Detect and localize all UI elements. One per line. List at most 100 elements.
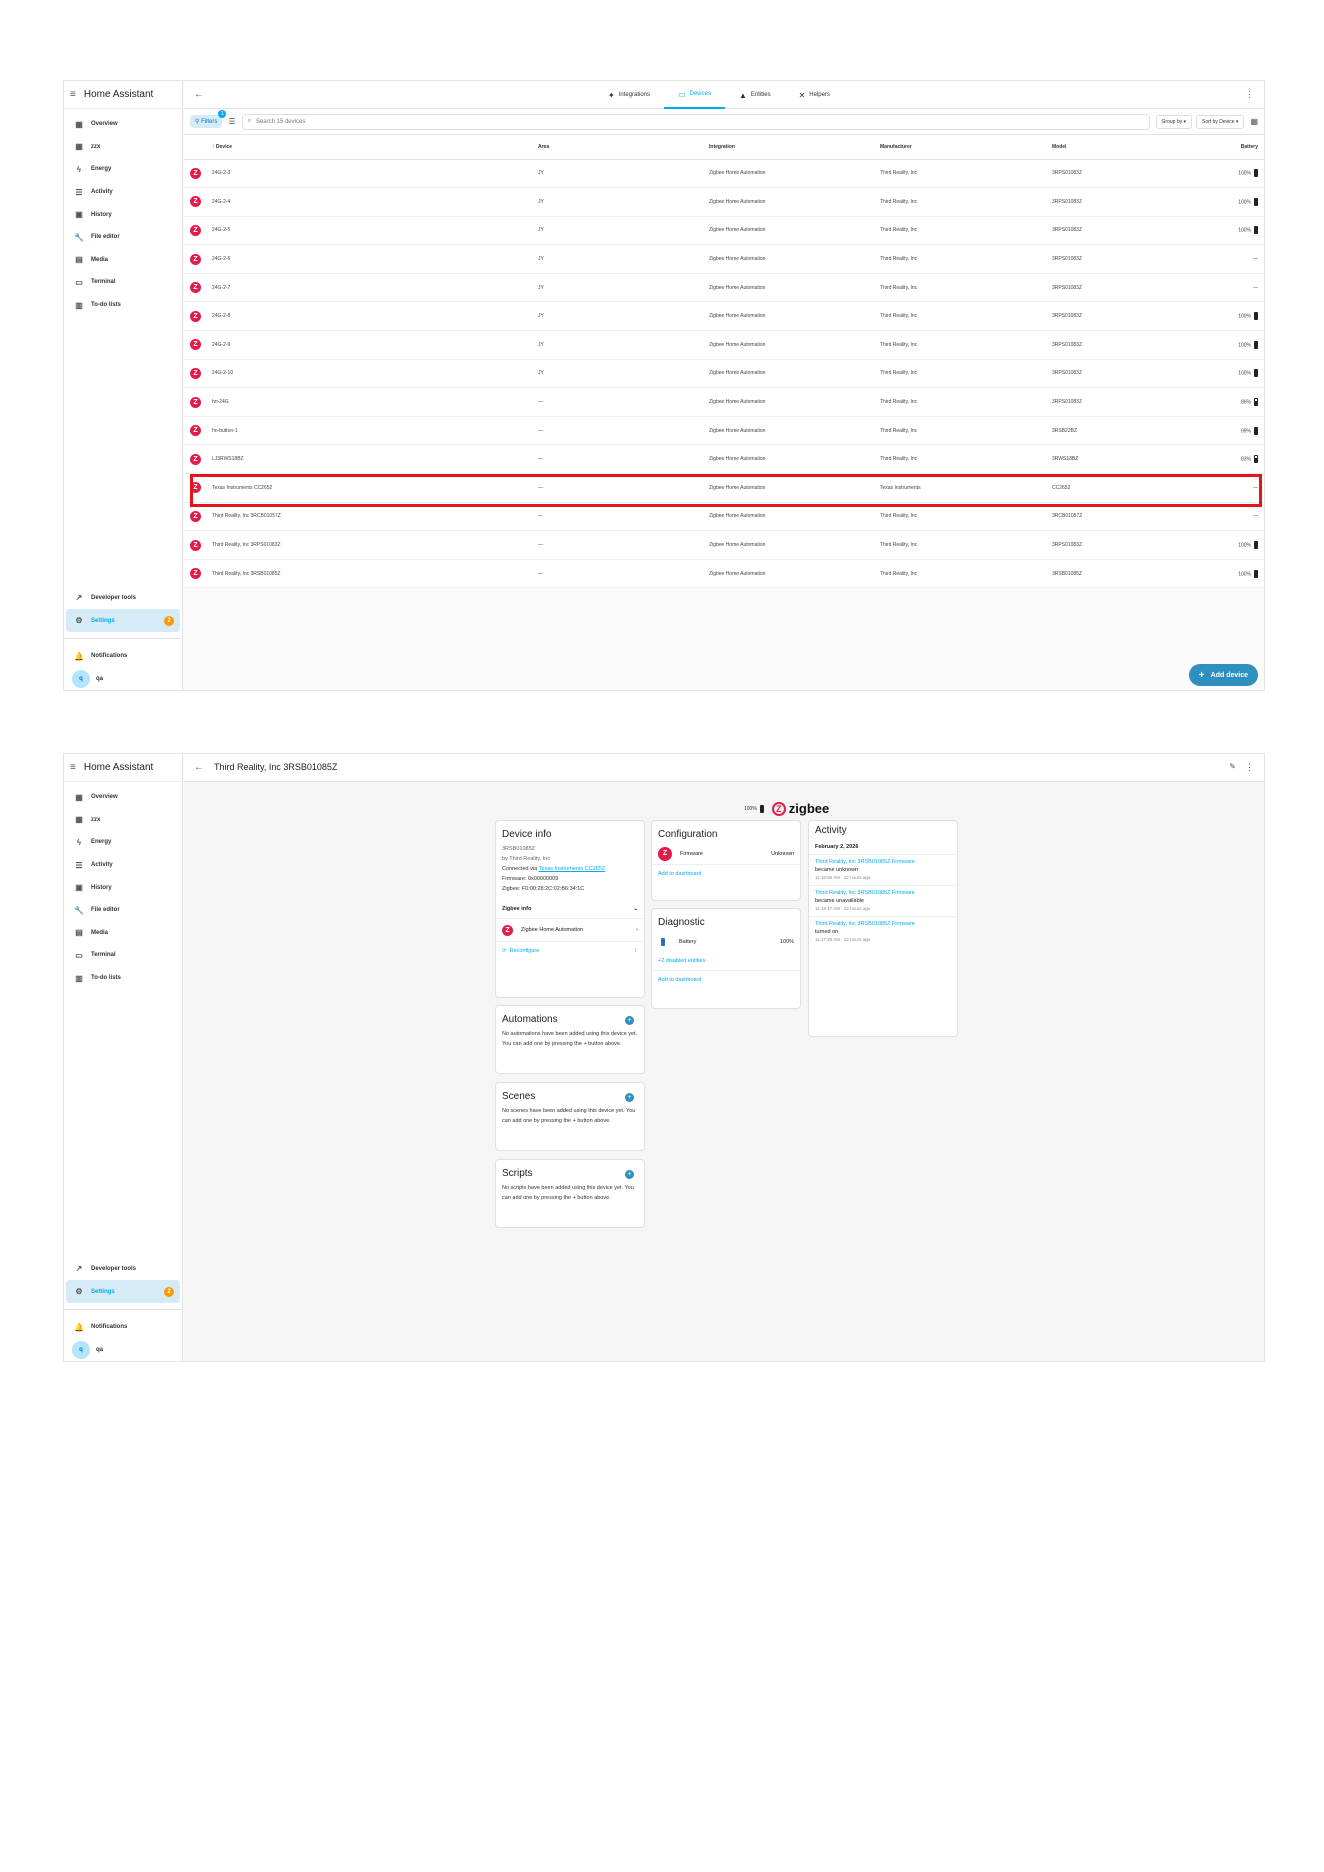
zigbee-address: Zigbee: F0:00:28:2C:02:B6:34:1C [502, 886, 585, 892]
zha-icon: Z [190, 539, 201, 551]
sidebar-list: ▦ Overview ▦ zzx ϟ Energy ☰ Activity ▣ History 🔧 Fi… [64, 782, 182, 989]
sidebar-item-user[interactable]: q qa [66, 1338, 180, 1361]
add-device-button[interactable]: + Add device [1188, 664, 1258, 686]
sidebar-item-overview[interactable]: ▦ Overview [66, 786, 180, 809]
column-header-model[interactable]: Model [1052, 135, 1192, 160]
sidebar-item-notifications[interactable]: 🔔 Notifications [66, 645, 180, 668]
sidebar-item-history[interactable]: ▣ History [66, 876, 180, 899]
sidebar-item-zzx[interactable]: ▦ zzx [66, 136, 180, 159]
sidebar-item-notifications[interactable]: 🔔 Notifications [66, 1316, 180, 1339]
cell-device: hn-button-1 [212, 416, 538, 446]
sidebar-item-settings[interactable]: ⚙ Settings 2 [66, 609, 180, 632]
activity-entity-link[interactable]: Third Reality, Inc 3RSB01085Z Firmware [815, 889, 951, 897]
tab-entities[interactable]: ▲ Entities [725, 81, 785, 109]
battery-icon [1254, 455, 1258, 464]
table-row[interactable]: Z 24G-2-4 JY Zigbee Home Automation Third Re… [184, 187, 1264, 217]
menu-icon[interactable]: ≡ [70, 762, 76, 773]
column-header-area[interactable]: Area [538, 135, 709, 160]
column-header-manufacturer[interactable]: Manufacturer [880, 135, 1052, 160]
sidebar-item-settings[interactable]: ⚙ Settings 2 [66, 1280, 180, 1303]
sidebar-item-activity[interactable]: ☰ Activity [66, 854, 180, 877]
cell-integration: Zigbee Home Automation [709, 444, 880, 475]
select-mode-icon[interactable]: ☰ [228, 117, 235, 126]
table-row[interactable]: Z 24G-2-8 JY Zigbee Home Automation Third Re… [184, 301, 1264, 332]
sidebar-item-to-do-lists[interactable]: ▥ To-do lists [66, 294, 180, 317]
column-header-integration[interactable]: Integration [709, 135, 880, 160]
sidebar-item-user[interactable]: q qa [66, 667, 180, 690]
activity-item: Third Reality, Inc 3RSB01085Z Firmware be… [809, 854, 957, 885]
sidebar-item-to-do-lists[interactable]: ▥ To-do lists [66, 967, 180, 990]
back-arrow-icon[interactable]: ← [194, 89, 204, 100]
sidebar-item-file-editor[interactable]: 🔧 File editor [66, 226, 180, 249]
table-row[interactable]: Zhn-button-1— Zigbee Home Automation Third… [184, 416, 1264, 446]
sidebar-item-activity[interactable]: ☰ Activity [66, 181, 180, 204]
sidebar-item-zzx[interactable]: ▦ zzx [66, 809, 180, 832]
add-scene-button[interactable]: + [625, 1093, 634, 1102]
add-to-dashboard-button[interactable]: Add to dashboard [652, 865, 800, 883]
table-row[interactable]: Z Third Reality, Inc 3RSB01085Z — Zigbee Ho… [184, 559, 1264, 589]
table-row[interactable]: Z 24G-2-9 JY Zigbee Home Automation Third Re… [184, 330, 1264, 360]
integration-row[interactable]: Z Zigbee Home Automation › [496, 919, 644, 941]
add-to-dashboard-button[interactable]: Add to dashboard [652, 971, 800, 989]
sidebar-item-developer-tools[interactable]: ↗ Developer tools [66, 1258, 180, 1281]
cell-battery: 100% [1192, 216, 1264, 246]
add-automation-button[interactable]: + [625, 1016, 634, 1025]
pencil-icon[interactable]: ✎ [1229, 762, 1236, 771]
table-row[interactable]: Z 24G-2-3 JY Zigbee Home Automation Third Re… [184, 159, 1264, 189]
zha-icon-cell: Z [184, 159, 212, 189]
add-script-button[interactable]: + [625, 1170, 634, 1179]
battery-entity-row[interactable]: Battery 100% [652, 932, 800, 952]
connected-via-link[interactable]: Texas Instruments CC2652 [539, 866, 605, 872]
cell-manufacturer: Third Reality, Inc [880, 273, 1052, 303]
cell-device: hn-24G [212, 387, 538, 417]
group-by-dropdown[interactable]: Group by ▾ [1155, 114, 1193, 129]
table-row[interactable]: Z LJ3RWS18BZ — Zigbee Home Automation Third … [184, 444, 1264, 475]
sidebar-item-energy[interactable]: ϟ Energy [66, 831, 180, 854]
column-header-device[interactable]: ↑ Device [212, 135, 538, 160]
sidebar-item-overview[interactable]: ▦ Overview [66, 113, 180, 136]
sidebar-item-terminal[interactable]: ▭ Terminal [66, 271, 180, 294]
table-row[interactable]: Z 24G-2-6 JY Zigbee Home Automation Third Re… [184, 244, 1264, 274]
back-arrow-icon[interactable]: ← [194, 762, 204, 773]
cell-model: 3RPS01083Z [1052, 301, 1192, 332]
sidebar-item-history[interactable]: ▣ History [66, 203, 180, 226]
column-header-battery[interactable]: Battery [1192, 135, 1264, 160]
search-input[interactable]: ⌕ Search 15 devices [241, 113, 1150, 130]
sidebar-item-file-editor[interactable]: 🔧 File editor [66, 899, 180, 922]
sidebar-item-media[interactable]: ▤ Media [66, 922, 180, 945]
wrench-icon: 🔧 [74, 905, 84, 915]
reconfigure-button[interactable]: ⟳ Reconfigure ⋮ [496, 942, 644, 960]
activity-item: Third Reality, Inc 3RSB01085Z Firmware tu… [809, 916, 957, 947]
activity-entity-link[interactable]: Third Reality, Inc 3RSB01085Z Firmware [815, 858, 951, 866]
activity-event: became unknown [815, 867, 859, 873]
table-row[interactable]: Z 24G-2-7 JY Zigbee Home Automation Third Re… [184, 273, 1264, 303]
tab-devices[interactable]: ▭ Devices [664, 81, 725, 109]
cell-model: 3RPS01083Z [1052, 273, 1192, 303]
table-settings-icon[interactable]: ▦ [1250, 117, 1258, 126]
cell-integration: Zigbee Home Automation [709, 359, 880, 389]
more-vert-icon[interactable]: ⋮ [633, 948, 639, 954]
sidebar-item-energy[interactable]: ϟ Energy [66, 158, 180, 181]
menu-icon[interactable]: ≡ [70, 89, 76, 100]
cell-area: JY [538, 244, 709, 274]
firmware-entity-row[interactable]: Z Firmware Unknown [652, 844, 800, 864]
sidebar-item-terminal[interactable]: ▭ Terminal [66, 944, 180, 967]
cell-integration: Zigbee Home Automation [709, 301, 880, 332]
sidebar-item-media[interactable]: ▤ Media [66, 249, 180, 272]
more-vert-icon[interactable]: ⋮ [1245, 762, 1254, 773]
zigbee-info-expander[interactable]: Zigbee info ⌄ [496, 900, 644, 918]
tab-integrations[interactable]: ✦ Integrations [594, 81, 664, 109]
table-row[interactable]: Z 24G-2-5 JY Zigbee Home Automation Third Re… [184, 216, 1264, 246]
table-row[interactable]: Zhn-24G — Zigbee Home Automation Third Real… [184, 387, 1264, 417]
dashboard-icon: ▦ [75, 142, 83, 152]
filters-button[interactable]: ⚲ Filters 1 [190, 110, 227, 128]
table-row[interactable]: Z Third Reality, Inc 3RPS01083Z — Zigbee Ho… [184, 530, 1264, 560]
table-row[interactable]: Z 24G-2-10 JY Zigbee Home Automation Third R… [184, 359, 1264, 389]
more-vert-icon[interactable]: ⋮ [1245, 89, 1254, 100]
disabled-entities-link[interactable]: +2 disabled entities [652, 952, 800, 970]
activity-time: 11:18:56 AM · 22 hours ago [815, 875, 871, 880]
tab-helpers[interactable]: ✕ Helpers [785, 81, 844, 109]
sidebar-item-developer-tools[interactable]: ↗ Developer tools [66, 587, 180, 610]
sort-by-dropdown[interactable]: Sort by Device ▾ [1196, 114, 1245, 129]
activity-entity-link[interactable]: Third Reality, Inc 3RSB01085Z Firmware [815, 920, 951, 928]
